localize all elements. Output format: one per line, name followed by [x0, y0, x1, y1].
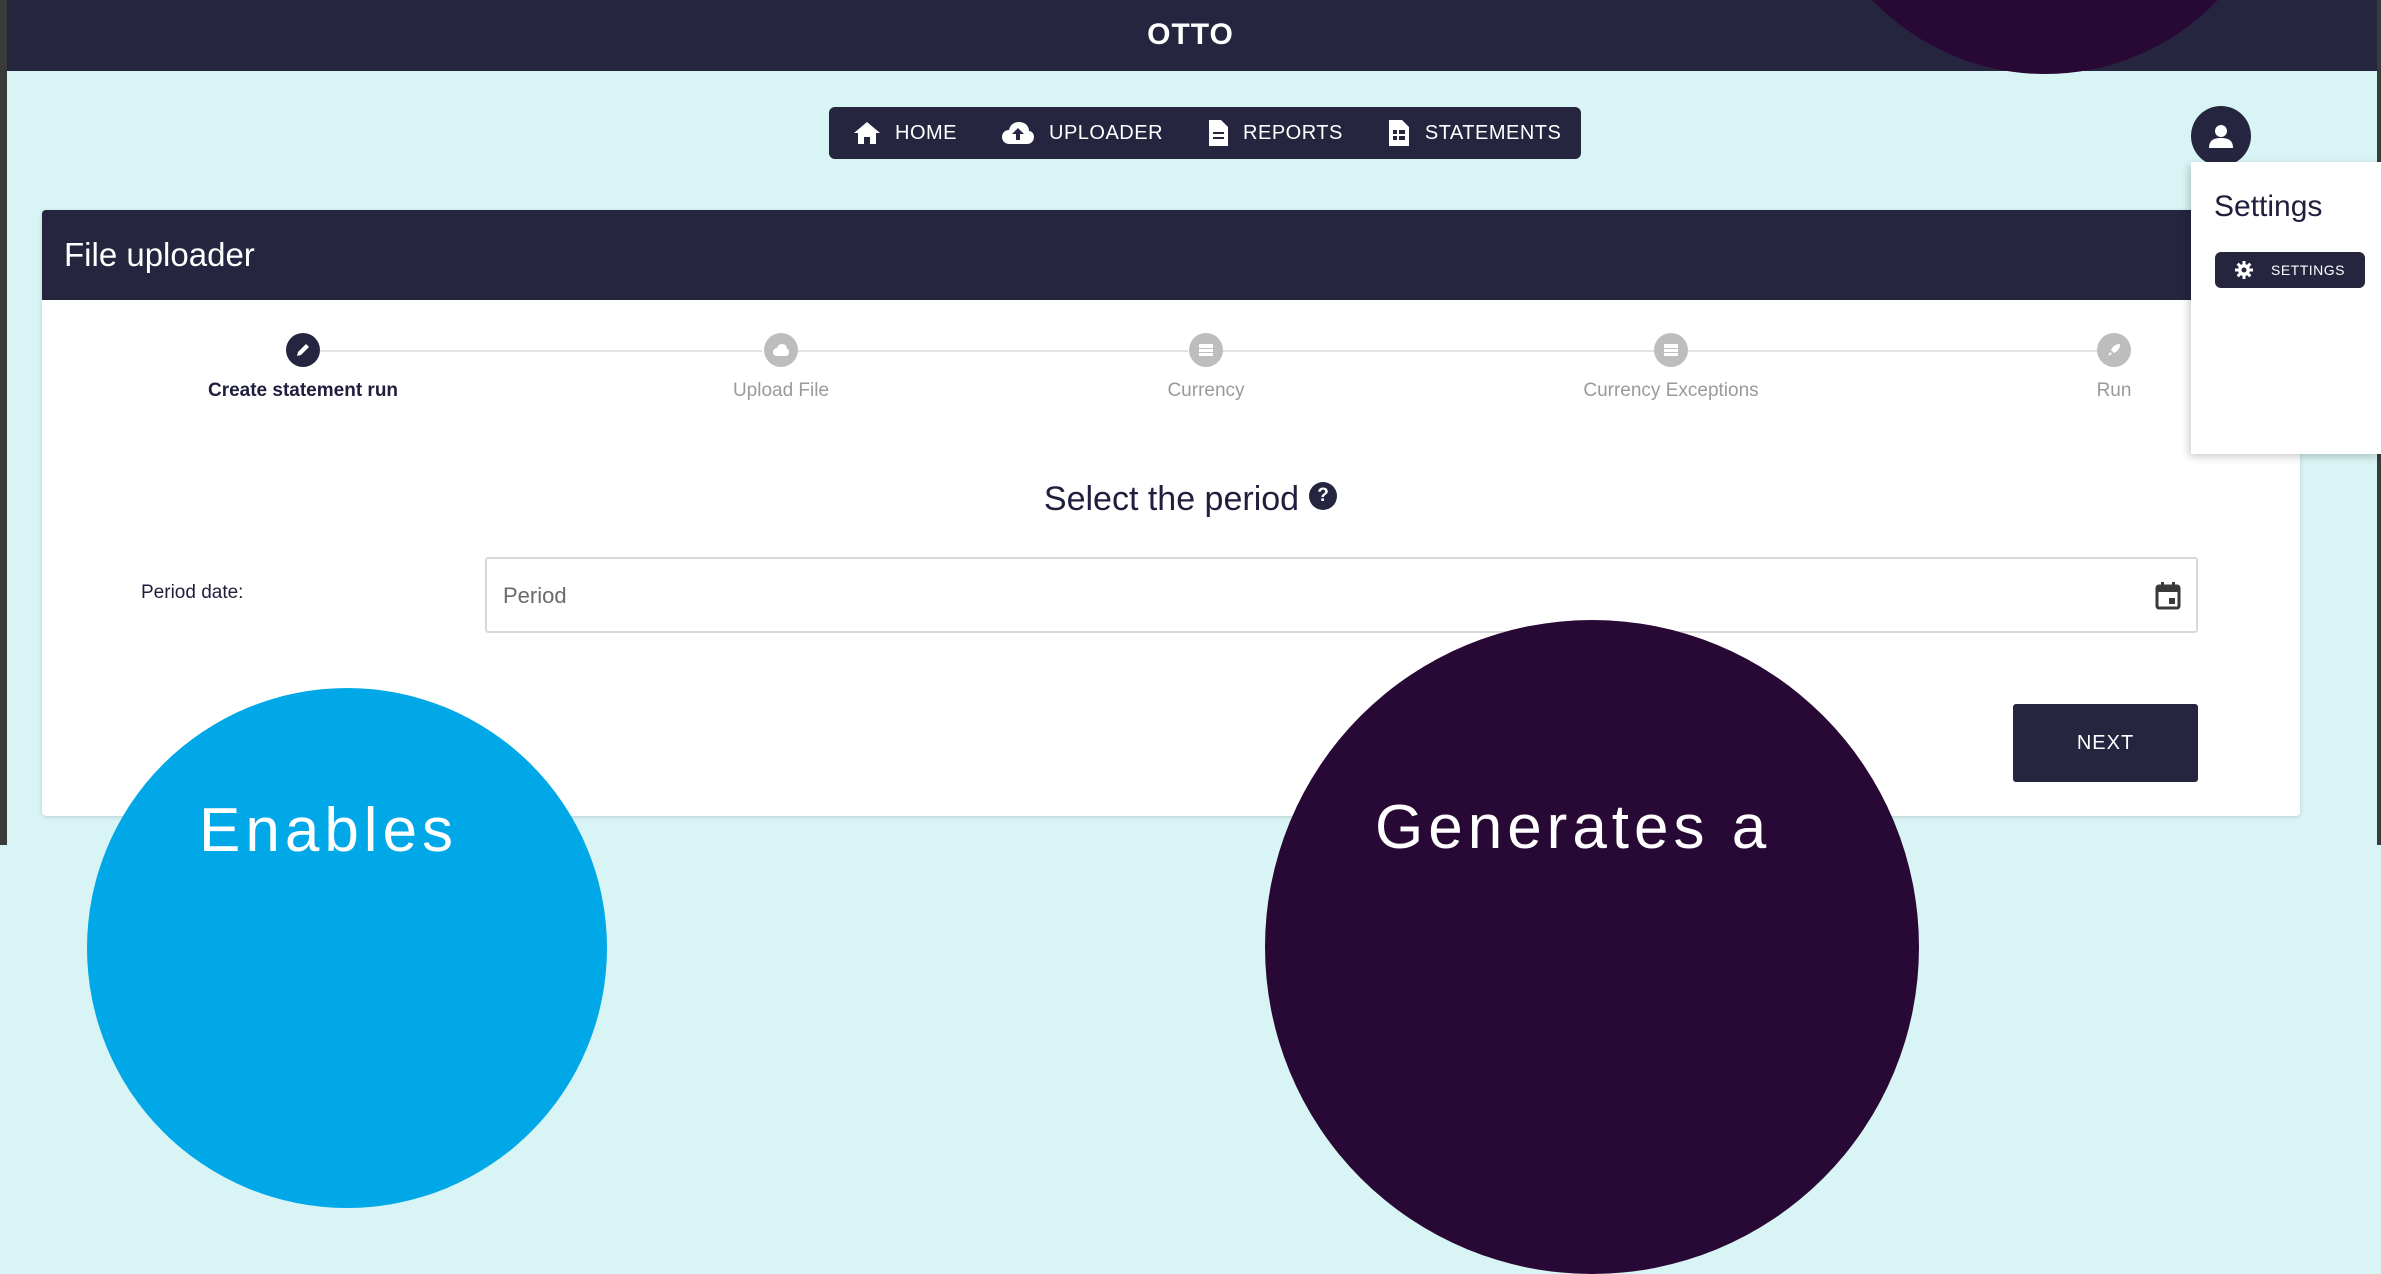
period-date-label: Period date: [141, 582, 244, 603]
calendar-icon[interactable] [2154, 581, 2182, 611]
table-icon [1199, 344, 1213, 356]
stepper-connector [1222, 350, 1654, 352]
bubble-blue-text: Enables [199, 796, 459, 865]
card-header [42, 210, 2300, 300]
step-currency[interactable] [1189, 333, 1223, 367]
user-icon [2209, 125, 2233, 148]
nav-statements-label: STATEMENTS [1424, 121, 1562, 144]
step-label-currency: Currency [1167, 380, 1245, 401]
stepper-connector [1688, 350, 2098, 352]
select-period-text: Select the period [1043, 480, 1300, 518]
user-avatar-button[interactable] [2191, 106, 2251, 166]
step-upload-file[interactable] [764, 333, 798, 367]
nav-home[interactable]: HOME [853, 121, 957, 145]
settings-button[interactable]: SETTINGS [2215, 252, 2365, 288]
nav-uploader-label: UPLOADER [1049, 121, 1164, 144]
help-icon[interactable]: ? [1309, 482, 1338, 510]
card-title: File uploader [64, 236, 255, 273]
home-icon [854, 122, 880, 144]
step-run[interactable] [2097, 333, 2131, 367]
next-button[interactable]: NEXT [2013, 704, 2198, 782]
bubble-purple-text: Generates a [1375, 793, 1772, 862]
step-create-statement-run[interactable] [286, 333, 320, 367]
select-period-heading: Select the period? [0, 480, 2381, 519]
step-currency-exceptions[interactable] [1654, 333, 1688, 367]
nav-statements[interactable]: STATEMENTS [1387, 119, 1561, 147]
pencil-icon [297, 344, 309, 356]
left-window-edge [0, 0, 7, 845]
feature-bubble-blue: Enables [87, 688, 607, 1208]
nav-uploader[interactable]: UPLOADER [1001, 121, 1163, 145]
settings-title: Settings [2214, 190, 2323, 223]
step-label-upload-file: Upload File [732, 380, 830, 401]
settings-button-label: SETTINGS [2270, 262, 2345, 278]
cloud-icon [773, 344, 789, 356]
table-icon [1664, 344, 1678, 356]
cloud-upload-icon [1002, 122, 1034, 144]
nav-reports-label: REPORTS [1243, 121, 1343, 144]
gear-icon [2234, 261, 2253, 279]
step-label-currency-exceptions: Currency Exceptions [1583, 380, 1759, 401]
nav-reports[interactable]: REPORTS [1207, 119, 1343, 147]
statement-icon [1388, 120, 1409, 146]
period-input[interactable] [487, 559, 2125, 633]
stepper-connector [320, 350, 762, 352]
period-field [485, 557, 2198, 633]
step-label-create-statement-run: Create statement run [207, 380, 399, 401]
main-nav: HOME UPLOADER REPORTS STATEMENTS [829, 107, 1581, 159]
document-icon [1209, 120, 1229, 146]
nav-home-label: HOME [895, 121, 957, 144]
feature-bubble-purple: Generates a [1265, 620, 1919, 1274]
rocket-icon [2108, 344, 2120, 356]
stepper-connector [798, 350, 1188, 352]
